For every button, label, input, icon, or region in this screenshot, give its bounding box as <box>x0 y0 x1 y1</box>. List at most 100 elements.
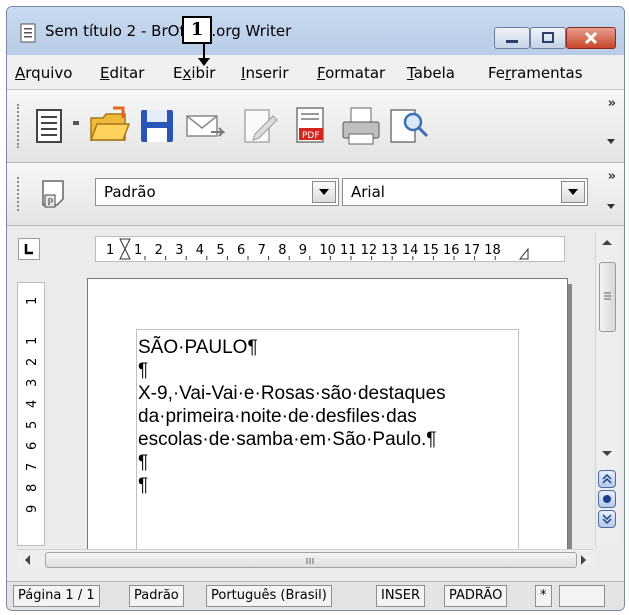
grip-icon <box>604 292 611 300</box>
vertical-ruler-marks: 1 1 2 3 4 5 6 7 8 9 <box>25 297 40 513</box>
ruler-tick-label: 9 <box>25 505 40 513</box>
chevron-down-icon[interactable] <box>312 181 336 203</box>
minimize-button[interactable] <box>494 27 530 49</box>
horizontal-scroll-thumb[interactable] <box>45 552 577 568</box>
menu-exibir[interactable]: Exibir <box>173 64 215 82</box>
edit-file-icon[interactable] <box>237 104 281 148</box>
menu-ferramentas[interactable]: Ferramentas <box>488 64 583 82</box>
tab-stop-selector[interactable] <box>18 238 40 260</box>
document-line[interactable]: escolas·de·samba·em·São·Paulo.¶ <box>138 429 437 451</box>
styles-icon[interactable]: ℙ <box>37 177 73 213</box>
maximize-icon <box>542 32 554 43</box>
ruler-tick-label: 11 <box>340 243 357 258</box>
print-preview-icon[interactable] <box>385 104 429 148</box>
ruler-tick-label: 6 <box>237 243 245 258</box>
status-page[interactable]: Página 1 / 1 <box>13 585 100 607</box>
toolbar-overflow-button[interactable]: » <box>608 96 616 111</box>
horizontal-ruler-marks: 1 1 2 3 4 5 6 7 8 9 10 11 12 13 14 15 16 17 18 <box>106 238 529 260</box>
document-workspace: 1 1 2 3 4 5 6 7 8 9 10 11 12 13 14 15 16 17 18 1123456789 … <box>7 226 624 581</box>
toolbar-grip[interactable] <box>17 177 23 211</box>
ruler-tick-label: 17 <box>464 243 481 258</box>
ruler-tick-label: 4 <box>25 400 40 408</box>
menu-editar[interactable]: Editar <box>100 64 144 82</box>
horizontal-scrollbar[interactable] <box>17 549 594 570</box>
ruler-tick-label: 1 <box>25 297 40 305</box>
navigator-circle-icon <box>603 495 611 503</box>
export-pdf-icon[interactable]: PDF <box>289 104 333 148</box>
status-insert-mode[interactable]: INSER <box>376 585 426 607</box>
vertical-ruler[interactable]: 1 1 2 3 4 5 6 7 8 9 <box>17 282 45 546</box>
close-button[interactable] <box>566 27 616 49</box>
chevron-down-icon[interactable] <box>606 203 616 211</box>
save-icon[interactable] <box>135 104 179 148</box>
print-icon[interactable] <box>339 104 383 148</box>
ruler-tick-label: 10 <box>319 243 336 258</box>
document-line[interactable]: SÃO·PAULO¶ <box>138 337 258 359</box>
next-page-button[interactable] <box>598 510 616 528</box>
ruler-tick-label: 3 <box>25 379 40 387</box>
dropdown-arrow-icon[interactable] <box>69 116 83 130</box>
menu-arquivo[interactable]: Arquivo <box>15 64 72 82</box>
vertical-scrollbar[interactable] <box>595 232 618 546</box>
menu-inserir[interactable]: Inserir <box>241 64 289 82</box>
document-line[interactable]: X-9,·Vai-Vai·e·Rosas·são·destaques <box>138 383 446 405</box>
right-indent-marker[interactable] <box>518 247 529 260</box>
first-line-indent-marker[interactable] <box>119 238 131 260</box>
font-name-select[interactable]: Arial <box>342 178 588 206</box>
document-line[interactable]: ¶ <box>138 360 148 382</box>
ruler-tick-label: 16 <box>443 243 460 258</box>
navigator-button[interactable] <box>598 490 616 508</box>
status-selection-mode[interactable]: PADRÃO <box>444 585 508 607</box>
status-modified[interactable]: * <box>535 585 552 607</box>
document-line[interactable]: da·primeira·noite·de·desfiles·das <box>138 406 417 428</box>
window-title: Sem título 2 - BrOffice.org Writer <box>45 22 292 40</box>
ruler-tick-label: 8 <box>25 484 40 492</box>
scroll-down-icon[interactable] <box>601 450 613 458</box>
close-icon <box>584 31 598 45</box>
menu-tabela[interactable]: Tabela <box>407 64 455 82</box>
scroll-left-icon[interactable] <box>23 554 31 566</box>
left-tab-icon <box>24 244 33 255</box>
ruler-tick-label: 12 <box>361 243 378 258</box>
previous-page-button[interactable] <box>598 470 616 488</box>
status-language[interactable]: Português (Brasil) <box>206 585 332 607</box>
new-document-icon[interactable] <box>29 104 73 148</box>
standard-toolbar: PDF » <box>7 90 624 163</box>
svg-text:PDF: PDF <box>302 131 320 141</box>
document-line[interactable]: ¶ <box>138 475 148 497</box>
scroll-right-icon[interactable] <box>580 554 588 566</box>
menu-formatar[interactable]: Formatar <box>317 64 385 82</box>
open-folder-icon[interactable] <box>87 104 131 148</box>
document-page[interactable]: SÃO·PAULO¶ ¶ X-9,·Vai-Vai·e·Rosas·são·de… <box>87 278 568 550</box>
paragraph-style-select[interactable]: Padrão <box>95 178 339 206</box>
ruler-tick-label: 3 <box>175 243 183 258</box>
svg-text:ℙ: ℙ <box>47 198 54 208</box>
font-name-value: Arial <box>351 183 385 201</box>
horizontal-ruler[interactable]: 1 1 2 3 4 5 6 7 8 9 10 11 12 13 14 15 16 17 18 <box>95 236 565 262</box>
document-line[interactable]: ¶ <box>138 452 148 474</box>
ruler-tick-label: 1 <box>134 243 142 258</box>
app-window: Sem título 2 - BrOffice.org Writer 1 Arq… <box>6 6 625 611</box>
callout-label: 1 <box>182 16 212 44</box>
menu-bar: Arquivo Editar Exibir Inserir Formatar T… <box>7 55 624 90</box>
chevron-down-icon[interactable] <box>561 181 585 203</box>
ruler-tick-label: 14 <box>402 243 419 258</box>
ruler-tick-label: 2 <box>25 358 40 366</box>
maximize-button[interactable] <box>530 27 566 49</box>
status-bar: Página 1 / 1 Padrão Português (Brasil) I… <box>7 581 624 610</box>
scroll-up-icon[interactable] <box>601 238 613 246</box>
ruler-tick-label: 4 <box>196 243 204 258</box>
ruler-tick-label: 2 <box>155 243 163 258</box>
title-bar: Sem título 2 - BrOffice.org Writer <box>7 7 624 55</box>
ruler-tick-label: 7 <box>258 243 266 258</box>
paragraph-style-value: Padrão <box>104 183 156 201</box>
email-icon[interactable] <box>183 104 227 148</box>
toolbar-grip[interactable] <box>17 104 23 148</box>
chevron-down-icon[interactable] <box>606 138 616 146</box>
status-signature[interactable] <box>559 585 605 607</box>
status-page-style[interactable]: Padrão <box>129 585 184 607</box>
ruler-tick-label: 18 <box>484 243 501 258</box>
toolbar-overflow-button[interactable]: » <box>608 169 616 184</box>
ruler-tick-label: 6 <box>25 442 40 450</box>
vertical-scroll-thumb[interactable] <box>599 262 616 332</box>
